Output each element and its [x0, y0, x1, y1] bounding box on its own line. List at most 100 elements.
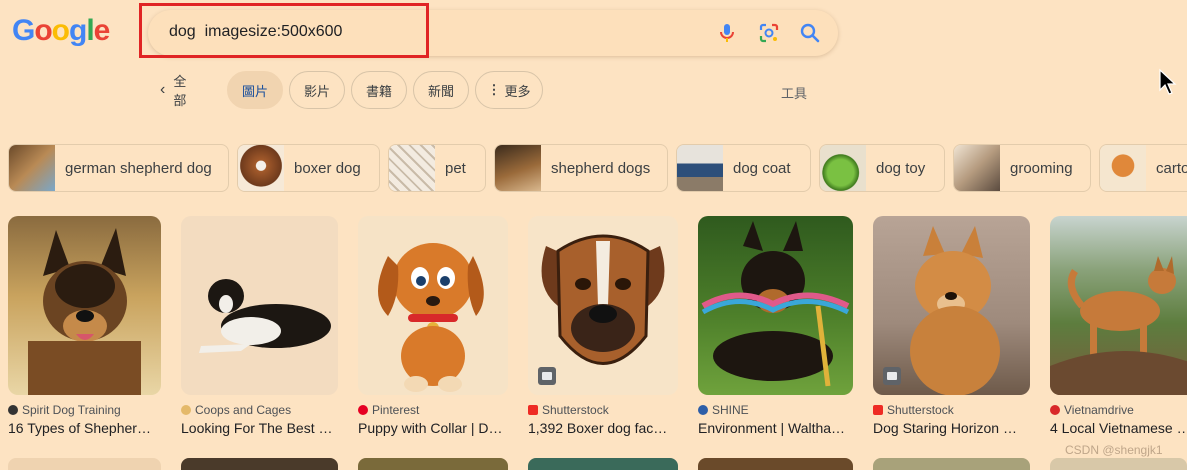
- logo-letter: l: [86, 14, 94, 47]
- result-title[interactable]: Dog Staring Horizon …: [873, 420, 1030, 436]
- result-source[interactable]: Vietnamdrive: [1050, 403, 1187, 417]
- result-image[interactable]: [528, 216, 678, 395]
- result-image[interactable]: [8, 216, 161, 395]
- tab-all-label: 全部: [173, 74, 187, 108]
- result-image[interactable]: [1050, 216, 1187, 395]
- puppy-cartoon: [378, 243, 484, 392]
- tab-more[interactable]: ⋮ 更多: [475, 71, 543, 109]
- result-source[interactable]: Pinterest: [358, 403, 508, 417]
- chevron-left-icon: ‹: [160, 81, 166, 98]
- related-chip[interactable]: german shepherd dog: [8, 144, 229, 192]
- image-result-partial[interactable]: [358, 458, 508, 470]
- result-title[interactable]: 16 Types of Shepher…: [8, 420, 161, 436]
- tab-label: 更多: [504, 83, 531, 99]
- logo-letter: G: [12, 14, 35, 47]
- query-highlight-box: [139, 3, 429, 58]
- chip-label: dog toy: [876, 159, 926, 177]
- result-source-name: Coops and Cages: [195, 403, 292, 417]
- chip-label: boxer dog: [294, 159, 361, 177]
- result-title[interactable]: Looking For The Best …: [181, 420, 338, 436]
- chip-thumbnail: [820, 145, 866, 191]
- chip-label: dog coat: [733, 159, 791, 177]
- result-source[interactable]: Shutterstock: [528, 403, 678, 417]
- chip-label: pet: [445, 159, 466, 177]
- related-chip[interactable]: dog toy: [819, 144, 945, 192]
- result-title[interactable]: Environment | Waltha…: [698, 420, 853, 436]
- result-source-name: Shutterstock: [542, 403, 609, 417]
- shutterstock-icon: [528, 405, 538, 415]
- related-chip[interactable]: shepherd dogs: [494, 144, 668, 192]
- tab-label: 書籍: [365, 83, 392, 99]
- vietnamese-dog-photo: [1050, 256, 1187, 395]
- result-image[interactable]: [181, 216, 338, 395]
- logo-letter: g: [69, 14, 87, 47]
- result-source-name: SHINE: [712, 403, 749, 417]
- image-badge-icon: [538, 367, 556, 385]
- site-favicon-icon: [181, 405, 191, 415]
- image-result-partial[interactable]: [873, 458, 1030, 470]
- site-favicon-icon: [8, 405, 18, 415]
- tab-label: 新聞: [427, 83, 454, 99]
- result-source[interactable]: SHINE: [698, 403, 853, 417]
- image-result[interactable]: Pinterest Puppy with Collar | D…: [358, 216, 508, 436]
- result-source[interactable]: Coops and Cages: [181, 403, 338, 417]
- site-favicon-icon: [1050, 405, 1060, 415]
- image-result-partial[interactable]: [1050, 458, 1187, 470]
- dog-with-rope-photo: [701, 221, 850, 387]
- image-result-partial[interactable]: [698, 458, 853, 470]
- google-lens-icon[interactable]: [757, 21, 781, 45]
- tab-books[interactable]: 書籍: [351, 71, 407, 109]
- result-image[interactable]: [358, 216, 508, 395]
- image-result-partial[interactable]: [181, 458, 338, 470]
- image-result[interactable]: Spirit Dog Training 16 Types of Shepher…: [8, 216, 161, 436]
- search-icon[interactable]: [798, 21, 822, 45]
- result-title[interactable]: Puppy with Collar | D…: [358, 420, 508, 436]
- chip-thumbnail: [9, 145, 55, 191]
- chip-label: carto: [1156, 159, 1187, 177]
- logo-letter: o: [34, 14, 52, 47]
- related-chip[interactable]: dog coat: [676, 144, 811, 192]
- chip-thumbnail: [495, 145, 541, 191]
- chip-thumbnail: [954, 145, 1000, 191]
- watermark: CSDN @shengjk1: [1065, 443, 1163, 457]
- image-result[interactable]: Coops and Cages Looking For The Best …: [181, 216, 338, 436]
- tab-label: 影片: [303, 83, 330, 99]
- related-chip[interactable]: grooming: [953, 144, 1091, 192]
- tab-images[interactable]: 圖片: [227, 71, 283, 109]
- chip-label: shepherd dogs: [551, 159, 651, 177]
- result-title[interactable]: 1,392 Boxer dog fac…: [528, 420, 678, 436]
- chip-thumbnail: [389, 145, 435, 191]
- mouse-cursor-icon: [1159, 68, 1177, 95]
- result-source[interactable]: Spirit Dog Training: [8, 403, 161, 417]
- related-chip[interactable]: carto: [1099, 144, 1187, 192]
- image-result-partial[interactable]: [8, 458, 161, 470]
- image-result[interactable]: Vietnamdrive 4 Local Vietnamese …: [1050, 216, 1187, 436]
- result-image[interactable]: [698, 216, 853, 395]
- result-source-name: Vietnamdrive: [1064, 403, 1134, 417]
- pinterest-icon: [358, 405, 368, 415]
- related-chip[interactable]: pet: [388, 144, 486, 192]
- tools-button[interactable]: 工具: [781, 83, 807, 102]
- related-chip[interactable]: boxer dog: [237, 144, 380, 192]
- tab-label: 圖片: [241, 83, 268, 99]
- image-result-partial[interactable]: [528, 458, 678, 470]
- result-source-name: Shutterstock: [887, 403, 954, 417]
- microphone-icon[interactable]: [715, 21, 739, 45]
- result-source-name: Spirit Dog Training: [22, 403, 121, 417]
- image-result[interactable]: SHINE Environment | Waltha…: [698, 216, 853, 436]
- result-source-name: Pinterest: [372, 403, 420, 417]
- image-result[interactable]: Shutterstock Dog Staring Horizon …: [873, 216, 1030, 436]
- result-source[interactable]: Shutterstock: [873, 403, 1030, 417]
- chip-label: german shepherd dog: [65, 159, 212, 177]
- tab-videos[interactable]: 影片: [289, 71, 345, 109]
- result-title[interactable]: 4 Local Vietnamese …: [1050, 420, 1187, 436]
- result-image[interactable]: [873, 216, 1030, 395]
- chip-thumbnail: [1100, 145, 1146, 191]
- dog-illustration: [199, 279, 331, 353]
- logo-letter: e: [93, 14, 111, 47]
- image-result[interactable]: Shutterstock 1,392 Boxer dog fac…: [528, 216, 678, 436]
- dog-illustration: [28, 228, 141, 395]
- google-logo[interactable]: Google: [12, 14, 111, 48]
- tab-all[interactable]: ‹ 全部: [160, 71, 186, 109]
- tab-news[interactable]: 新聞: [413, 71, 469, 109]
